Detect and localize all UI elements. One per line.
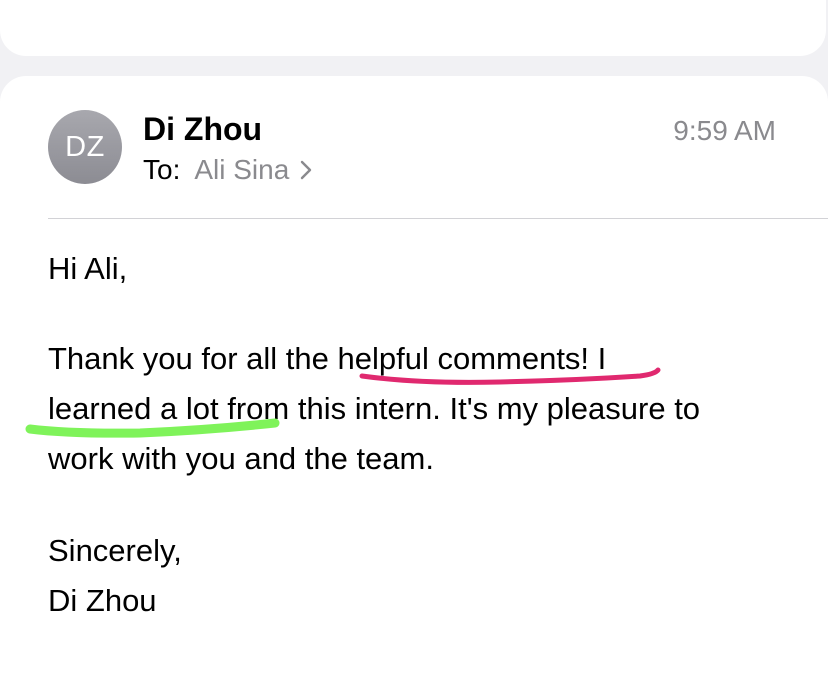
to-label: To: [143,154,181,185]
closing: Sincerely, [48,533,182,568]
header-divider [48,218,828,219]
timestamp: 9:59 AM [673,115,776,146]
previous-message-card [0,0,826,56]
recipient-row[interactable]: To: Ali Sina [143,152,313,188]
signature: Di Zhou [48,583,157,618]
greeting: Hi Ali, [48,251,128,286]
chevron-right-icon[interactable] [299,159,313,181]
sender-name[interactable]: Di Zhou [143,110,262,148]
recipient-name[interactable]: Ali Sina [194,152,289,188]
body-line: work with you and the team. [48,441,434,476]
avatar[interactable]: DZ [48,110,122,184]
body-line: learned a lot from this intern. It's my … [48,391,701,426]
body-line: Thank you for all the helpful comments! … [48,341,607,376]
